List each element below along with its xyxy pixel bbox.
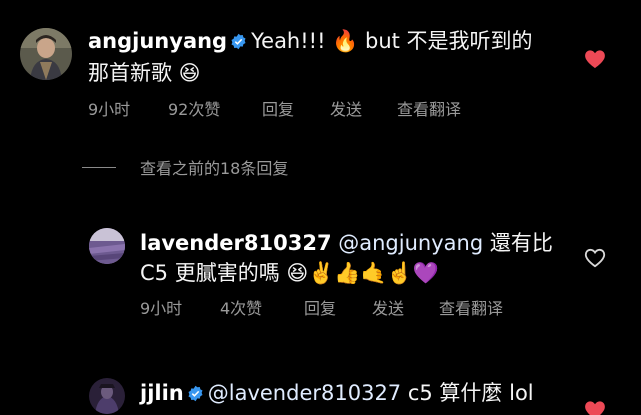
comment-text-line2: 那首新歌 😆 xyxy=(88,61,201,85)
send-button[interactable]: 发送 xyxy=(330,96,397,120)
comment-text-line2: C5 更膩害的嗎 😆✌️👍🤙☝️💜 xyxy=(140,261,440,285)
comment-text-line1: 還有比 xyxy=(483,231,553,255)
translate-button[interactable]: 查看翻译 xyxy=(397,96,461,120)
comment-jjlin: jjlin @lavender810327 c5 算什麼 lol xyxy=(140,378,580,410)
avatar-lavender810327[interactable] xyxy=(89,228,125,264)
view-previous-replies[interactable]: 查看之前的18条回复 xyxy=(82,155,288,179)
heart-icon[interactable] xyxy=(584,400,606,415)
view-previous-label: 查看之前的18条回复 xyxy=(140,159,289,178)
likes-count[interactable]: 92次赞 xyxy=(168,96,262,120)
reply-button[interactable]: 回复 xyxy=(262,96,330,120)
mention-link[interactable]: @lavender810327 xyxy=(208,381,401,405)
avatar-angjunyang[interactable] xyxy=(20,28,72,80)
comment-meta-row: 9小时 4次赞 回复 发送 查看翻译 xyxy=(140,295,503,319)
heart-icon[interactable] xyxy=(584,49,606,73)
verified-badge-icon xyxy=(230,28,247,58)
comment-text-line1: Yeah!!! 🔥 but 不是我听到的 xyxy=(251,29,533,53)
avatar-photo xyxy=(20,28,72,80)
verified-badge-icon xyxy=(187,380,204,410)
avatar-photo xyxy=(89,378,125,414)
comment-lavender810327: lavender810327 @angjunyang 還有比 C5 更膩害的嗎 … xyxy=(140,228,580,288)
heart-outline-icon[interactable] xyxy=(584,248,606,272)
avatar-photo xyxy=(89,228,125,264)
username-link[interactable]: lavender810327 xyxy=(140,231,332,255)
avatar-jjlin[interactable] xyxy=(89,378,125,414)
divider-line xyxy=(82,166,116,168)
mention-link[interactable]: @angjunyang xyxy=(338,231,483,255)
comment-angjunyang: angjunyang Yeah!!! 🔥 but 不是我听到的 那首新歌 😆 xyxy=(88,26,568,88)
comment-text-line1: c5 算什麼 lol xyxy=(401,381,534,405)
likes-count[interactable]: 4次赞 xyxy=(220,295,304,319)
username-link[interactable]: jjlin xyxy=(140,381,184,405)
username-link[interactable]: angjunyang xyxy=(88,29,227,53)
reply-button[interactable]: 回复 xyxy=(304,295,372,319)
timestamp: 9小时 xyxy=(88,100,131,119)
comment-meta-row: 9小时 92次赞 回复 发送 查看翻译 xyxy=(88,96,461,120)
send-button[interactable]: 发送 xyxy=(372,295,439,319)
timestamp: 9小时 xyxy=(140,299,183,318)
translate-button[interactable]: 查看翻译 xyxy=(439,295,503,319)
